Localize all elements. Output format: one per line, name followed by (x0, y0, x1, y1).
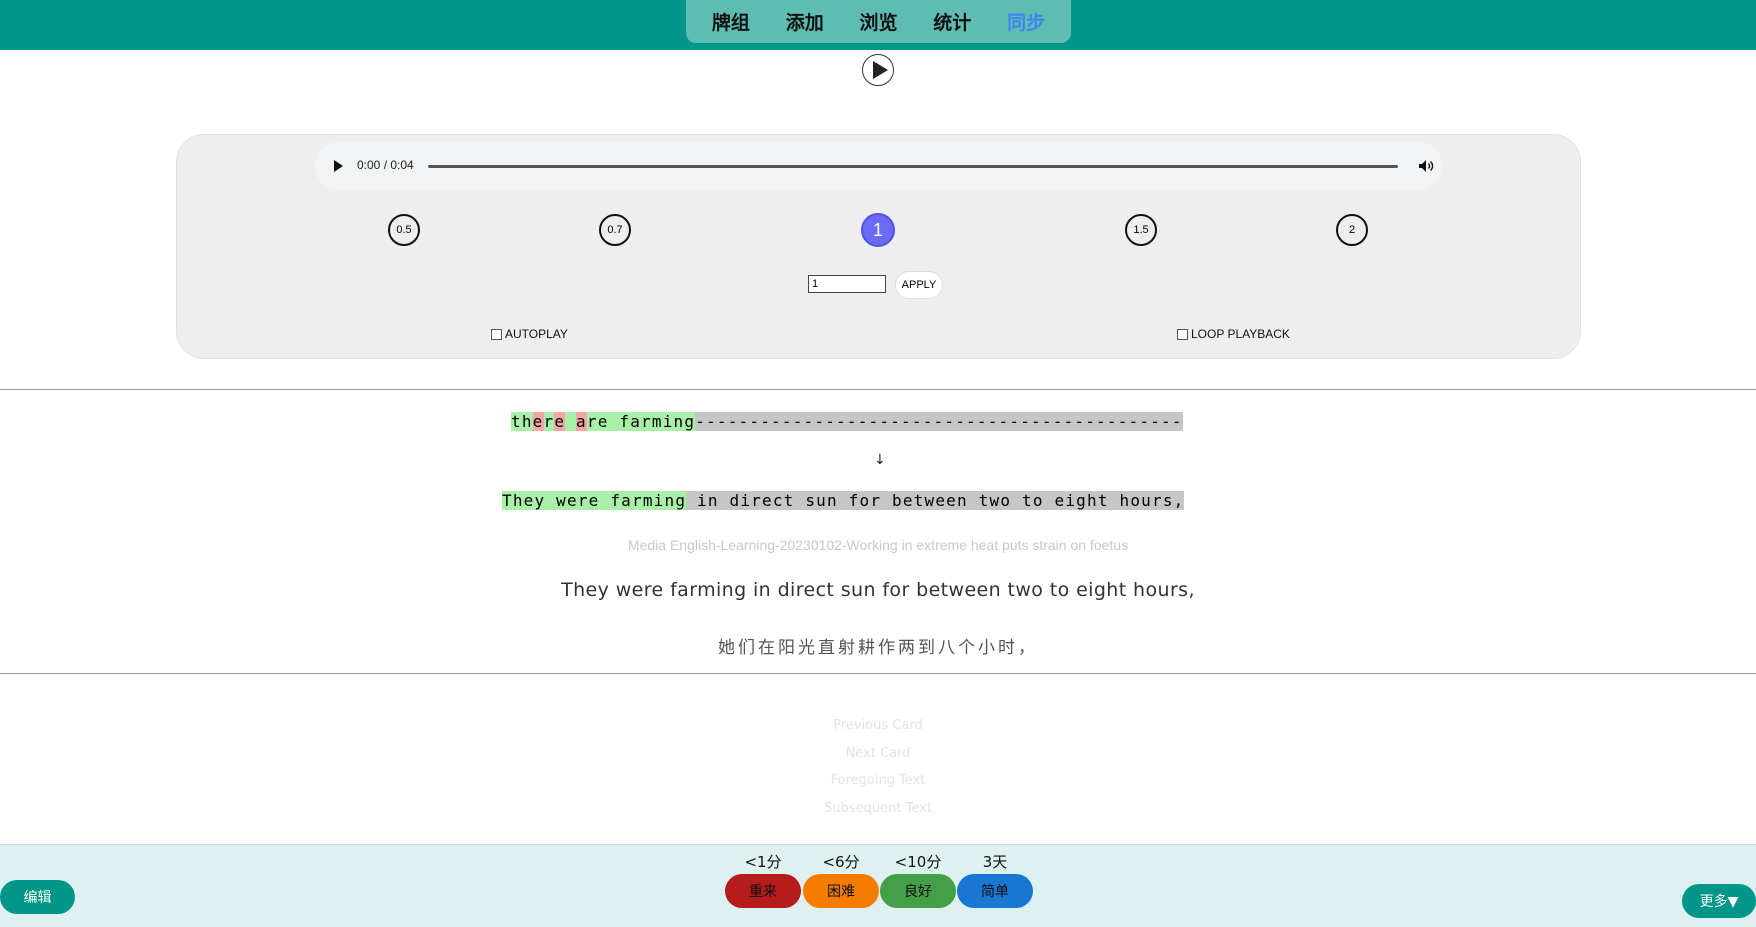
typed-segment-match: r (543, 412, 555, 431)
loop-toggle[interactable]: LOOP PLAYBACK (1177, 327, 1290, 341)
volume-icon[interactable] (1418, 159, 1434, 173)
speed-button-0-5[interactable]: 0.5 (388, 214, 420, 246)
play-icon[interactable] (862, 54, 894, 86)
edit-button[interactable]: 编辑 (0, 880, 75, 914)
card-translation: 她们在阳光直射耕作两到八个小时， (718, 638, 1038, 658)
good-interval: <10分 (894, 853, 942, 871)
typed-segment-match (565, 412, 577, 431)
easy-button[interactable]: 简单 (957, 874, 1033, 908)
autoplay-checkbox[interactable] (491, 328, 502, 340)
again-interval: <1分 (744, 853, 782, 871)
audio-play-icon[interactable] (334, 160, 343, 172)
card-sentence: They were farming in direct sun for betw… (561, 579, 1195, 601)
audio-time: 0:00 / 0:04 (357, 158, 414, 172)
easy-interval: 3天 (982, 853, 1008, 871)
foregoing-text-link[interactable]: Foregoing Text (0, 773, 1756, 801)
nav-sync[interactable]: 同步 (1007, 8, 1045, 35)
card-source: Media English-Learning-20230102-Working … (627, 537, 1129, 553)
diff-arrow: ↓ (874, 452, 886, 468)
loop-checkbox[interactable] (1177, 328, 1188, 340)
again-button[interactable]: 重来 (725, 874, 801, 908)
apply-button[interactable]: APPLY (895, 271, 943, 299)
hard-interval: <6分 (822, 853, 860, 871)
typed-segment-wrong: e (554, 412, 566, 431)
typed-segment-missing: ----------------------------------------… (695, 412, 1183, 431)
audio-seek-bar[interactable] (428, 165, 1398, 168)
good-button[interactable]: 良好 (880, 874, 956, 908)
speed-button-0-7[interactable]: 0.7 (599, 214, 631, 246)
autoplay-label: AUTOPLAY (505, 327, 568, 341)
nav-add[interactable]: 添加 (786, 8, 824, 35)
reference-segment-missing: in direct sun for between two to eight h… (686, 491, 1185, 510)
divider (0, 673, 1756, 674)
speed-button-1-5[interactable]: 1.5 (1125, 214, 1157, 246)
nav-stats[interactable]: 统计 (933, 8, 971, 35)
audio-player: 0:00 / 0:04 (315, 142, 1442, 190)
hard-button[interactable]: 困难 (803, 874, 879, 908)
speed-button-1[interactable]: 1 (861, 213, 895, 247)
more-button[interactable]: 更多▼ (1682, 884, 1756, 918)
loop-label: LOOP PLAYBACK (1191, 327, 1290, 341)
reference-segment-match: They were farming (502, 491, 687, 510)
divider (0, 389, 1756, 390)
speed-button-2[interactable]: 2 (1336, 214, 1368, 246)
card-links: Previous Card Next Card Foregoing Text S… (0, 718, 1756, 828)
typed-segment-wrong: a (576, 412, 587, 431)
nav-decks[interactable]: 牌组 (712, 8, 750, 35)
reference-text-diff: They were farming in direct sun for betw… (502, 491, 1185, 510)
previous-card-link[interactable]: Previous Card (0, 718, 1756, 746)
typed-segment-match: th (511, 412, 533, 431)
typed-segment-match: re farming (586, 412, 696, 431)
autoplay-toggle[interactable]: AUTOPLAY (491, 327, 568, 341)
typed-answer-diff: there are farming-----------------------… (511, 412, 1183, 431)
main-nav: 牌组 添加 浏览 统计 同步 (686, 0, 1071, 43)
nav-browse[interactable]: 浏览 (859, 8, 897, 35)
subsequent-text-link[interactable]: Subsequent Text (0, 801, 1756, 829)
playback-rate-input[interactable] (808, 275, 886, 293)
next-card-link[interactable]: Next Card (0, 746, 1756, 774)
typed-segment-wrong: e (532, 412, 544, 431)
